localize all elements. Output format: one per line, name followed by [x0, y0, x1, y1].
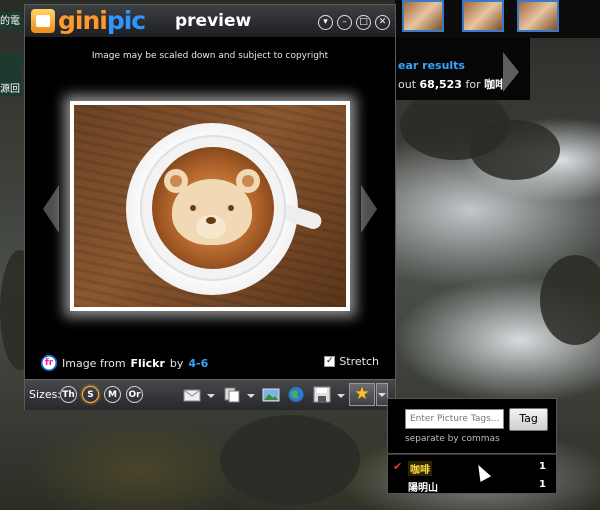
results-count-prefix: out: [398, 78, 417, 91]
image-credit: fr Image from Flickr by 4-6: [41, 355, 208, 371]
tag-name: 陽明山: [408, 483, 438, 494]
bear-eye: [190, 205, 196, 211]
preview-image: [70, 101, 350, 311]
recycle-bin-icon[interactable]: 源回收: [0, 52, 22, 96]
result-thumbnail[interactable]: [462, 0, 504, 32]
maximize-icon[interactable]: □: [356, 15, 371, 30]
tag-button[interactable]: Tag: [509, 408, 548, 431]
flickr-icon: fr: [41, 355, 57, 371]
checkmark-icon: ✔: [393, 460, 403, 473]
close-icon[interactable]: ✕: [375, 15, 390, 30]
logo-pic: pic: [106, 6, 146, 35]
result-thumbnails-strip: [395, 0, 600, 38]
clear-results-link[interactable]: ear results: [398, 59, 465, 72]
toolbar: Sizes: Th S M Or ★: [25, 379, 395, 410]
globe-icon[interactable]: [287, 386, 305, 403]
envelope-icon[interactable]: [183, 386, 201, 403]
tag-hint: separate by commas: [405, 434, 500, 444]
preview-window: ginipic preview ▾ – □ ✕ Image may be sca…: [24, 4, 396, 410]
bear-nose: [206, 217, 216, 224]
results-for-label: for: [465, 78, 481, 91]
rock: [220, 415, 360, 505]
chevron-down-icon[interactable]: [337, 394, 345, 398]
previous-image-arrow[interactable]: [43, 185, 59, 233]
result-thumbnail[interactable]: [402, 0, 444, 32]
stretch-checkbox[interactable]: ✓: [324, 356, 336, 367]
desktop-icon-label[interactable]: 的電: [0, 12, 22, 30]
star-icon[interactable]: ★: [349, 383, 375, 406]
next-image-arrow[interactable]: [361, 185, 377, 233]
save-icon[interactable]: [313, 386, 331, 403]
ginipic-logo-icon: [31, 9, 55, 33]
tag-popup: Tag separate by commas: [387, 398, 557, 454]
copy-icon[interactable]: [223, 386, 241, 403]
size-medium-button[interactable]: M: [104, 386, 121, 403]
stretch-label: Stretch: [339, 355, 379, 368]
tag-name: 咖啡: [408, 461, 432, 476]
result-thumbnail[interactable]: [517, 0, 559, 32]
picture-tags-input[interactable]: [405, 409, 504, 429]
size-small-button[interactable]: S: [82, 386, 99, 403]
window-title: preview: [175, 11, 252, 31]
copyright-notice: Image may be scaled down and subject to …: [91, 51, 329, 61]
size-thumbnail-button[interactable]: Th: [60, 386, 77, 403]
tag-count: 1: [539, 461, 546, 472]
desktop-icon-label: 源回收: [0, 84, 20, 95]
results-count-value: 68,523: [419, 78, 462, 91]
next-page-arrow[interactable]: [503, 52, 519, 92]
app-logo: ginipic: [58, 6, 146, 36]
title-bar[interactable]: ginipic preview ▾ – □ ✕: [25, 5, 395, 37]
image-icon[interactable]: [262, 386, 280, 403]
stretch-option[interactable]: ✓ Stretch: [324, 355, 379, 368]
bear-eye: [228, 205, 234, 211]
chevron-down-icon: [378, 393, 386, 397]
sizes-label: Sizes:: [29, 388, 62, 401]
size-original-button[interactable]: Or: [126, 386, 143, 403]
chevron-down-icon[interactable]: [207, 394, 215, 398]
rock: [540, 255, 600, 345]
rock: [470, 120, 560, 180]
credit-by: by: [169, 356, 184, 370]
latte-art-photo: [74, 105, 346, 307]
minimize-icon[interactable]: –: [337, 15, 352, 30]
dropdown-chevron-icon[interactable]: ▾: [318, 15, 333, 30]
list-item[interactable]: 陽明山 1: [388, 476, 556, 494]
tag-count: 1: [539, 479, 546, 490]
credit-source[interactable]: Flickr: [131, 357, 165, 370]
results-count: out 68,523 for 咖啡: [398, 76, 506, 92]
logo-gini: gini: [58, 6, 108, 35]
credit-prefix: Image from: [62, 356, 126, 370]
chevron-down-icon[interactable]: [247, 394, 255, 398]
credit-author-link[interactable]: 4-6: [188, 357, 208, 370]
tag-list: ✔ 咖啡 1 陽明山 1: [387, 454, 557, 494]
